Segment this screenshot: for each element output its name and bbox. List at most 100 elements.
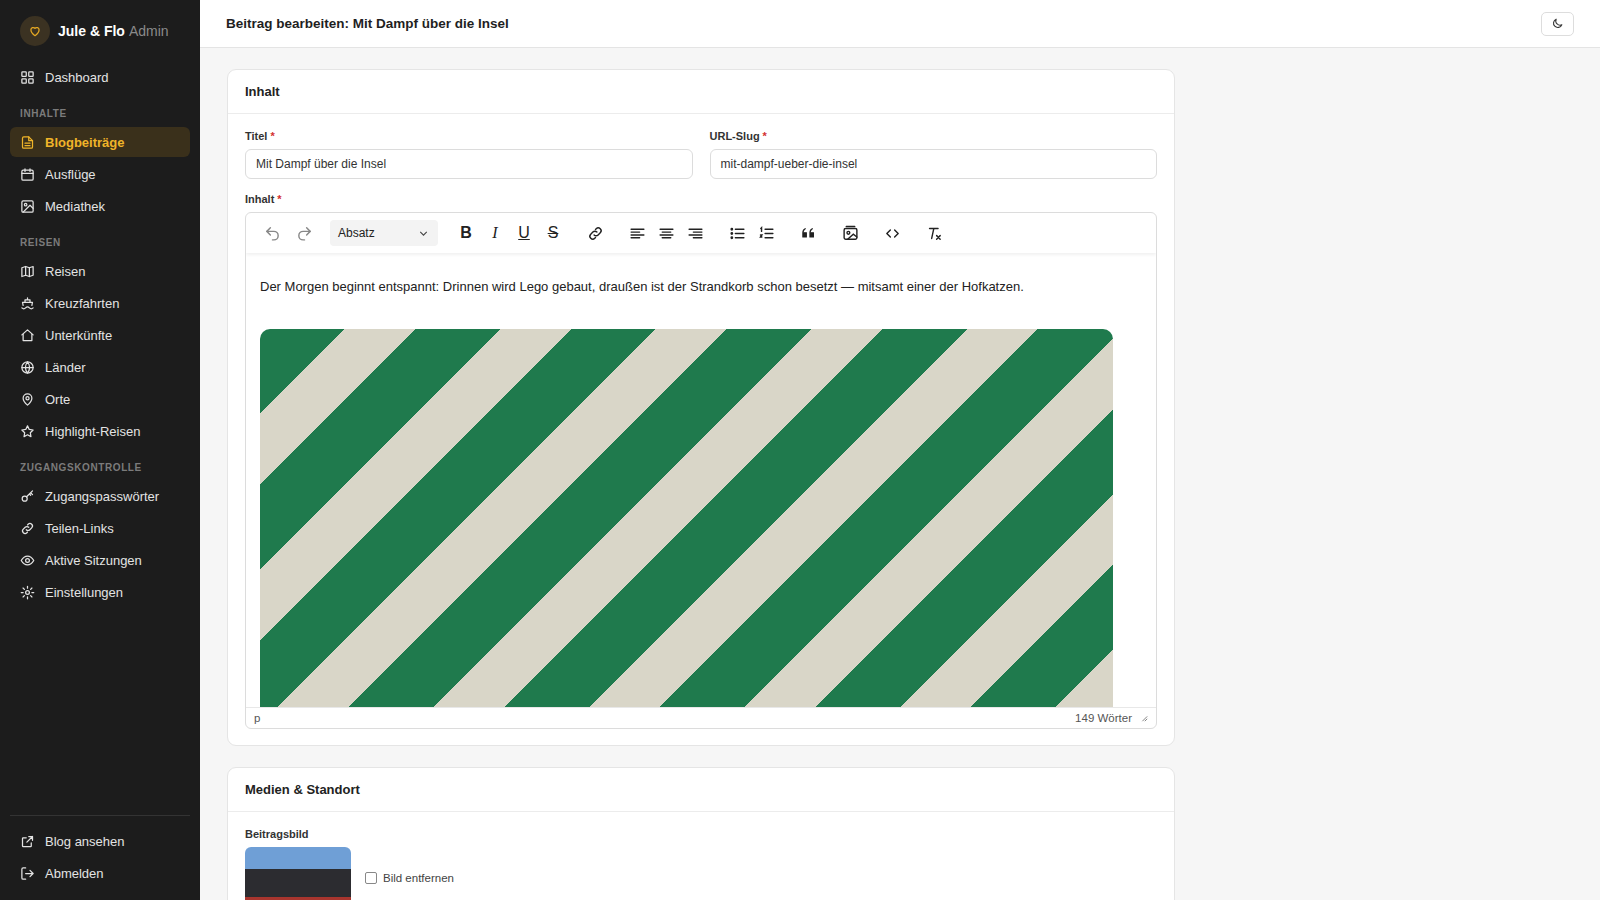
align-center-button[interactable]: [652, 219, 680, 247]
content-card: Inhalt Titel* Mit Dampf über die Insel UR…: [227, 69, 1175, 746]
quote-icon: [800, 225, 817, 242]
logout-icon: [20, 866, 35, 881]
sidebar-footer-item[interactable]: Blog ansehen: [10, 826, 190, 856]
sidebar-item[interactable]: Teilen-Links: [10, 513, 190, 543]
brand-name: Jule & Flo: [58, 23, 125, 39]
insert-image-button[interactable]: [836, 219, 864, 247]
sidebar-footer: Blog ansehen Abmelden: [10, 815, 190, 888]
bullet-list-button[interactable]: [723, 219, 751, 247]
align-left-icon: [629, 225, 646, 242]
text-input[interactable]: mit-dampf-ueber-die-insel: [710, 149, 1158, 179]
redo-icon: [296, 225, 313, 242]
gear-icon: [20, 585, 35, 600]
sidebar: Jule & Flo Admin Dashboard INHALTE Blogb…: [0, 0, 200, 900]
sidebar-item[interactable]: Zugangspasswörter: [10, 481, 190, 511]
align-left-button[interactable]: [623, 219, 651, 247]
word-count: 149 Wörter: [1075, 712, 1132, 724]
heart-logo-icon: [20, 16, 50, 46]
field-label: URL-Slug*: [710, 130, 1158, 142]
sidebar-item[interactable]: Reisen: [10, 256, 190, 286]
content: Inhalt Titel* Mit Dampf über die Insel UR…: [200, 48, 1600, 900]
page-title: Beitrag bearbeiten: Mit Dampf über die I…: [226, 16, 509, 31]
sidebar-item[interactable]: Orte: [10, 384, 190, 414]
undo-button[interactable]: [258, 219, 286, 247]
rich-text-editor: Absatz BIUS Der Morgen beginnt entspannt…: [245, 212, 1157, 729]
card-title: Inhalt: [228, 70, 1174, 114]
align-right-button[interactable]: [681, 219, 709, 247]
editor-photo[interactable]: [260, 329, 1113, 708]
form-field: URL-Slug* mit-dampf-ueber-die-insel: [710, 130, 1158, 179]
sidebar-item[interactable]: Ausflüge: [10, 159, 190, 189]
checkbox[interactable]: [365, 872, 377, 884]
code-icon: [884, 225, 901, 242]
sidebar-section-heading: REISEN: [10, 223, 190, 254]
align-center-icon: [658, 225, 675, 242]
numbered-list-icon: [758, 225, 775, 242]
format-button[interactable]: S: [539, 219, 567, 247]
sidebar-item[interactable]: Mediathek: [10, 191, 190, 221]
link-icon: [20, 521, 35, 536]
sidebar-section-heading: INHALTE: [10, 94, 190, 125]
format-button[interactable]: B: [452, 219, 480, 247]
top-bar: Beitrag bearbeiten: Mit Dampf über die I…: [200, 0, 1600, 48]
globe-icon: [20, 360, 35, 375]
ship-icon: [20, 296, 35, 311]
sidebar-item[interactable]: Kreuzfahrten: [10, 288, 190, 318]
link-icon: [587, 225, 604, 242]
editor-content[interactable]: Der Morgen beginnt entspannt: Drinnen wi…: [246, 253, 1156, 707]
brand-suffix: Admin: [129, 23, 169, 39]
sidebar-item[interactable]: Dashboard: [10, 62, 190, 92]
remove-image-checkbox[interactable]: Bild entfernen: [365, 872, 454, 884]
field-label: Beitragsbild: [245, 828, 1157, 840]
undo-icon: [264, 225, 281, 242]
sidebar-footer-item[interactable]: Abmelden: [10, 858, 190, 888]
numbered-list-button[interactable]: [752, 219, 780, 247]
sidebar-item[interactable]: Länder: [10, 352, 190, 382]
image-icon: [842, 225, 859, 242]
link-button[interactable]: [581, 219, 609, 247]
quote-button[interactable]: [794, 219, 822, 247]
sidebar-section-heading: ZUGANGSKONTROLLE: [10, 448, 190, 479]
resize-grip-icon[interactable]: [1140, 714, 1148, 722]
editor-status-bar: p 149 Wörter: [246, 707, 1156, 728]
media-card: Medien & Standort Beitragsbild Bild entf…: [227, 767, 1175, 900]
theme-toggle[interactable]: [1541, 12, 1574, 36]
format-button[interactable]: U: [510, 219, 538, 247]
sidebar-item[interactable]: Aktive Sitzungen: [10, 545, 190, 575]
field-label: Titel*: [245, 130, 693, 142]
sidebar-item[interactable]: Highlight-Reisen: [10, 416, 190, 446]
main: Beitrag bearbeiten: Mit Dampf über die I…: [200, 0, 1600, 900]
editor-toolbar: Absatz BIUS: [246, 213, 1156, 253]
clear-format-button[interactable]: [920, 219, 948, 247]
element-path: p: [254, 712, 260, 724]
sidebar-item[interactable]: Blogbeiträge: [10, 127, 190, 157]
sidebar-nav: Dashboard INHALTE Blogbeiträge Ausflüge …: [10, 62, 190, 607]
eye-icon: [20, 553, 35, 568]
field-label: Inhalt*: [245, 193, 1157, 205]
pin-icon: [20, 392, 35, 407]
moon-icon: [1551, 17, 1564, 30]
form-field: Titel* Mit Dampf über die Insel: [245, 130, 693, 179]
sidebar-item[interactable]: Einstellungen: [10, 577, 190, 607]
star-icon: [20, 424, 35, 439]
editor-paragraph: Der Morgen beginnt entspannt: Drinnen wi…: [260, 277, 1142, 297]
redo-button[interactable]: [290, 219, 318, 247]
file-icon: [20, 135, 35, 150]
featured-image-thumbnail[interactable]: [245, 847, 351, 900]
calendar-icon: [20, 167, 35, 182]
dashboard-icon: [20, 70, 35, 85]
home-icon: [20, 328, 35, 343]
block-format-select[interactable]: Absatz: [330, 220, 438, 246]
external-icon: [20, 834, 35, 849]
text-input[interactable]: Mit Dampf über die Insel: [245, 149, 693, 179]
format-button[interactable]: I: [481, 219, 509, 247]
clear-format-icon: [926, 225, 943, 242]
sidebar-item[interactable]: Unterkünfte: [10, 320, 190, 350]
bullet-list-icon: [729, 225, 746, 242]
admin-app: Jule & Flo Admin Dashboard INHALTE Blogb…: [0, 0, 1600, 900]
image-icon: [20, 199, 35, 214]
card-title: Medien & Standort: [228, 768, 1174, 812]
brand[interactable]: Jule & Flo Admin: [10, 14, 190, 62]
chevron-down-icon: [417, 227, 430, 240]
code-button[interactable]: [878, 219, 906, 247]
